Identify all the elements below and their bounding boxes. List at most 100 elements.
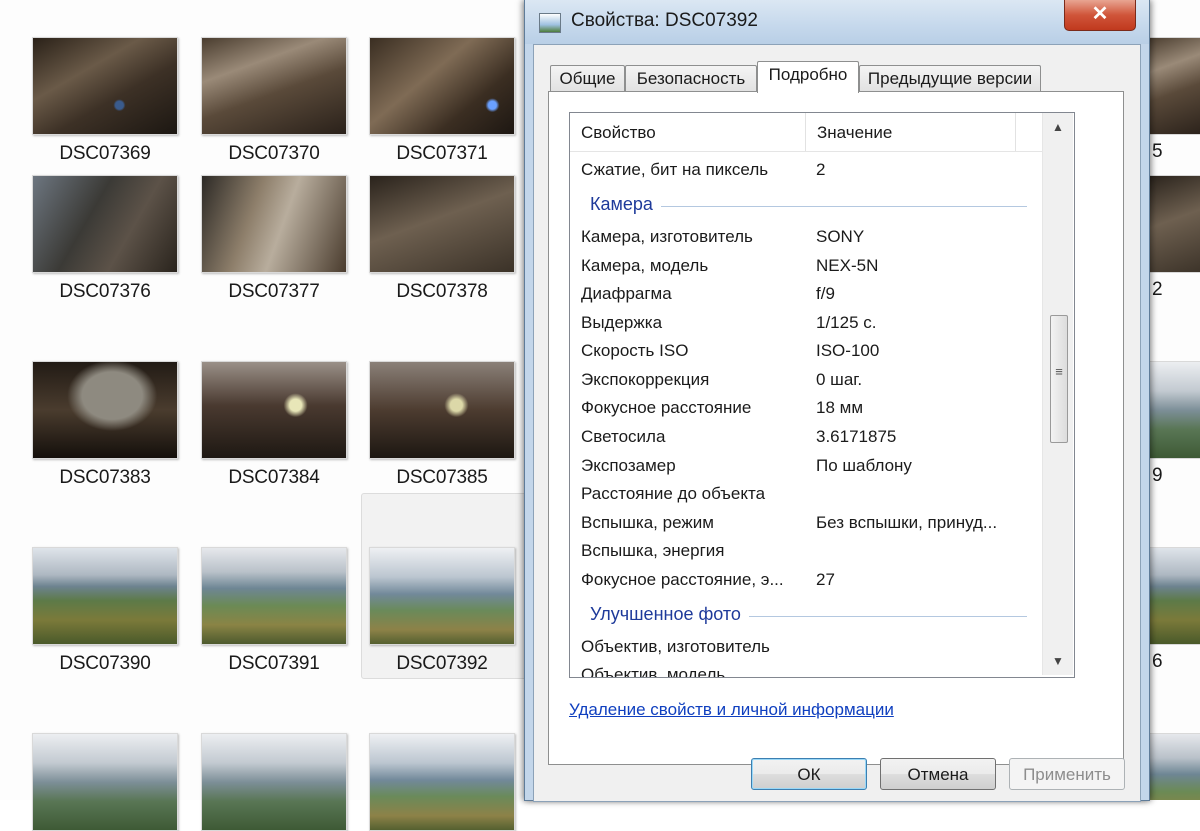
property-row[interactable]: Расстояние до объекта [570,480,1042,508]
property-name: Объектив, изготовитель [581,637,770,656]
tab-details[interactable]: Подробно [757,61,859,93]
thumbnail-item[interactable]: DSC07376 [32,175,178,303]
dialog-title: Свойства: DSC07392 [571,10,758,31]
thumbnail-item[interactable]: DSC07384 [201,361,347,489]
thumbnail-label-fragment: 6 [1152,651,1163,672]
group-divider [740,616,1027,617]
property-row[interactable]: Светосила 3.6171875 [570,423,1042,451]
property-row[interactable]: Вспышка, режим Без вспышки, принуд... [570,509,1042,537]
thumbnail-label: DSC07378 [396,281,488,302]
thumbnail-item-partial[interactable]: 6 [1146,547,1200,677]
property-row[interactable]: Диафрагма f/9 [570,280,1042,308]
property-row[interactable]: Камера, модель NEX-5N [570,252,1042,280]
thumbnail-label: DSC07383 [59,467,151,488]
properties-dialog: Свойства: DSC07392 ✕ Общие Безопасность … [524,0,1150,802]
thumbnail-image[interactable] [369,547,515,645]
tab-previous-versions[interactable]: Предыдущие версии [859,65,1041,92]
column-header-property[interactable]: Свойство [570,113,806,151]
thumbnail-item-partial[interactable]: 2 [1146,175,1200,305]
thumbnail-item-partial[interactable]: 5 [1146,37,1200,167]
thumbnail-label-fragment: 5 [1152,141,1163,162]
property-value: 0 шаг. [816,370,863,389]
thumbnail-image[interactable] [369,361,515,459]
thumbnail-image[interactable] [1146,361,1200,459]
column-header-value[interactable]: Значение [806,113,1016,151]
property-row[interactable]: Экспокоррекция 0 шаг. [570,366,1042,394]
tab-general[interactable]: Общие [550,65,625,92]
thumbnail-image[interactable] [32,547,178,645]
property-row[interactable]: Камера, изготовитель SONY [570,223,1042,251]
group-header-enhanced-photo: Улучшенное фото [570,600,1042,630]
property-name: Диафрагма [581,284,672,303]
thumbnail-image[interactable] [1146,175,1200,273]
scrollbar-thumb[interactable]: ≡ [1050,315,1068,443]
thumbnail-item[interactable] [32,733,178,831]
thumbnail-image[interactable] [32,37,178,135]
thumbnail-item[interactable]: DSC07391 [201,547,347,675]
property-row[interactable]: Выдержка 1/125 с. [570,309,1042,337]
group-title: Улучшенное фото [590,604,749,625]
list-header: Свойство Значение [570,113,1042,152]
thumbnail-image[interactable] [1146,37,1200,135]
property-name: Экспозамер [581,456,676,475]
thumbnail-label: DSC07384 [228,467,320,488]
thumbnail-item-partial[interactable]: 9 [1146,361,1200,491]
thumbnail-item[interactable]: DSC07385 [369,361,515,489]
thumbnail-item[interactable]: DSC07377 [201,175,347,303]
ok-button[interactable]: ОК [751,758,867,790]
thumbnail-image[interactable] [369,37,515,135]
close-button[interactable]: ✕ [1064,0,1136,31]
thumbnail-image[interactable] [32,733,178,831]
thumbnail-item[interactable]: DSC07378 [369,175,515,303]
thumbnail-item[interactable] [369,733,515,831]
thumbnail-image[interactable] [369,733,515,831]
property-row[interactable]: Объектив, модель [570,661,1042,678]
vertical-scrollbar[interactable]: ▲ ≡ ▼ [1042,113,1073,675]
property-name: Фокусное расстояние [581,398,752,417]
property-row[interactable]: Сжатие, бит на пиксель 2 [570,156,1042,184]
cancel-button[interactable]: Отмена [880,758,996,790]
thumbnail-item[interactable]: DSC07371 [369,37,515,165]
property-row[interactable]: Вспышка, энергия [570,537,1042,565]
scroll-down-icon[interactable]: ▼ [1043,647,1073,675]
thumbnail-label-fragment: 2 [1152,279,1163,300]
thumbnail-image[interactable] [369,175,515,273]
thumbnail-label: DSC07392 [396,653,488,674]
title-bar[interactable]: Свойства: DSC07392 ✕ [525,0,1149,44]
property-name: Сжатие, бит на пиксель [581,160,769,179]
thumbnail-image[interactable] [1146,547,1200,645]
thumbnail-image[interactable] [201,175,347,273]
property-row[interactable]: Объектив, изготовитель [570,633,1042,661]
properties-list[interactable]: Свойство Значение Сжатие, бит на пиксель… [569,112,1075,678]
thumbnail-item-partial[interactable] [1146,733,1200,800]
property-value: NEX-5N [816,256,879,275]
tab-security[interactable]: Безопасность [625,65,757,92]
thumbnail-image[interactable] [32,175,178,273]
property-name: Объектив, модель [581,665,726,678]
property-value: 27 [816,570,835,589]
thumbnail-item[interactable]: DSC07390 [32,547,178,675]
thumbnail-item[interactable]: DSC07369 [32,37,178,165]
property-row[interactable]: Фокусное расстояние 18 мм [570,394,1042,422]
thumbnail-item-selected[interactable]: DSC07392 [369,547,515,675]
remove-properties-link[interactable]: Удаление свойств и личной информации [569,700,894,720]
image-file-icon [539,13,561,33]
thumbnail-label: DSC07390 [59,653,151,674]
thumbnail-image[interactable] [1146,733,1200,800]
thumbnail-image[interactable] [201,361,347,459]
property-row[interactable]: Скорость ISO ISO-100 [570,337,1042,365]
scroll-up-icon[interactable]: ▲ [1043,113,1073,141]
thumbnail-item[interactable] [201,733,347,831]
apply-button[interactable]: Применить [1009,758,1125,790]
thumbnail-image[interactable] [201,37,347,135]
property-value: SONY [816,227,865,246]
property-row[interactable]: Экспозамер По шаблону [570,452,1042,480]
property-row[interactable]: Фокусное расстояние, э... 27 [570,566,1042,594]
thumbnail-label: DSC07376 [59,281,151,302]
thumbnail-item[interactable]: DSC07383 [32,361,178,489]
thumbnail-image[interactable] [201,547,347,645]
thumbnail-item[interactable]: DSC07370 [201,37,347,165]
thumbnail-image[interactable] [32,361,178,459]
group-header-camera: Камера [570,190,1042,220]
thumbnail-image[interactable] [201,733,347,831]
